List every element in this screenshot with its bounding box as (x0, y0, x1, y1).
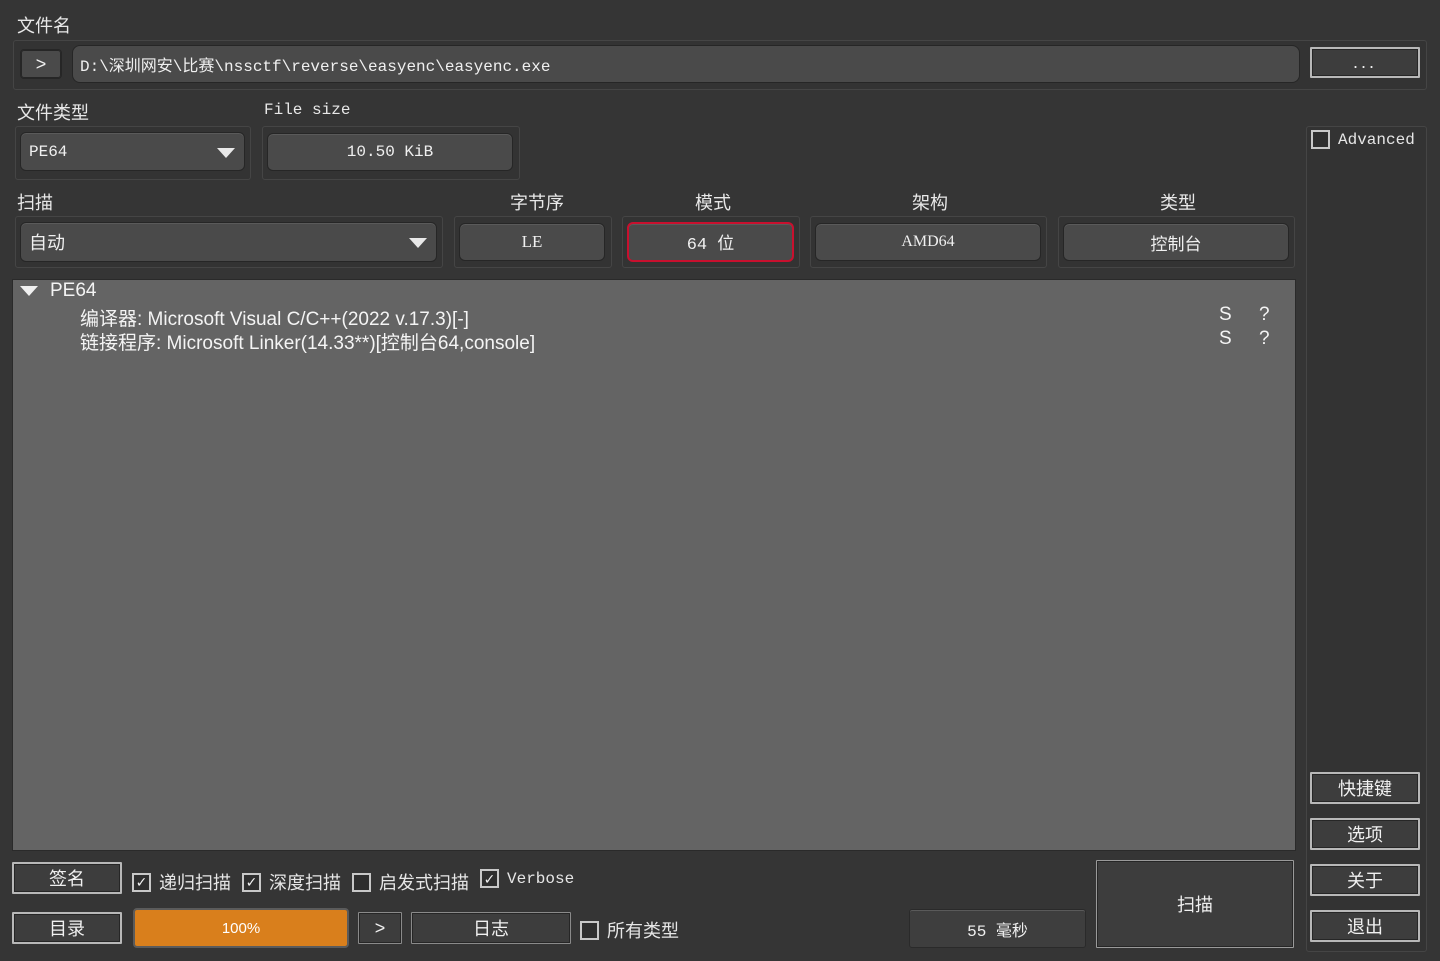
chevron-right-icon: > (374, 917, 386, 938)
scan-label: 扫描 (17, 193, 53, 213)
mode-button[interactable]: 64 位 (627, 222, 794, 262)
file-size-button[interactable]: 10.50 KiB (267, 133, 513, 171)
log-label: 日志 (473, 919, 509, 939)
chevron-right-icon: > (35, 53, 47, 74)
advanced-toggle[interactable]: Advanced (1311, 130, 1415, 149)
file-path-text: D:\深圳网安\比赛\nssctf\reverse\easyenc\easyen… (80, 58, 551, 76)
deep-scan-label: 深度扫描 (269, 873, 341, 893)
directory-button[interactable]: 目录 (12, 912, 122, 944)
browse-button-label: ... (1352, 52, 1377, 72)
tree-row-linker-s[interactable]: S (1219, 328, 1232, 350)
file-path-input[interactable]: D:\深圳网安\比赛\nssctf\reverse\easyenc\easyen… (72, 45, 1300, 83)
verbose-label: Verbose (507, 869, 575, 888)
results-tree[interactable] (12, 279, 1296, 851)
deep-scan-checkbox[interactable]: ✓ (242, 872, 261, 892)
verbose-checkbox[interactable]: ✓ (480, 869, 499, 888)
mode-value: 64 位 (686, 236, 735, 255)
file-size-value: 10.50 KiB (346, 143, 434, 161)
progress-text: 100% (221, 919, 261, 937)
elapsed-time-value: 55 毫秒 (967, 922, 1028, 941)
signature-label: 签名 (49, 869, 85, 889)
arch-label: 架构 (912, 193, 948, 213)
about-label: 关于 (1347, 871, 1383, 891)
scan-mode-select[interactable]: 自动 (20, 222, 437, 262)
type-value: 控制台 (1150, 234, 1202, 254)
log-button[interactable]: 日志 (411, 912, 571, 944)
tree-expand-icon[interactable] (20, 286, 38, 296)
chevron-down-icon (409, 238, 427, 248)
heuristic-scan-option[interactable]: 启发式扫描 (352, 869, 469, 895)
verbose-option[interactable]: ✓ Verbose (480, 869, 574, 888)
file-type-label: 文件类型 (17, 103, 89, 123)
mode-label: 模式 (695, 193, 731, 213)
open-file-button[interactable]: > (20, 49, 62, 79)
endianness-button[interactable]: LE (459, 223, 605, 261)
chevron-down-icon (217, 148, 235, 158)
about-button[interactable]: 关于 (1310, 864, 1420, 896)
directory-label: 目录 (49, 919, 85, 939)
type-label: 类型 (1160, 193, 1196, 213)
scan-button[interactable]: 扫描 (1096, 860, 1294, 948)
tree-row-compiler-info[interactable]: ? (1259, 304, 1270, 326)
recursive-scan-checkbox[interactable]: ✓ (132, 872, 151, 892)
deep-scan-option[interactable]: ✓ 深度扫描 (242, 869, 341, 895)
recursive-scan-option[interactable]: ✓ 递归扫描 (132, 869, 231, 895)
elapsed-time: 55 毫秒 (909, 909, 1086, 948)
file-name-label: 文件名 (17, 16, 71, 36)
advanced-checkbox[interactable] (1311, 130, 1330, 149)
shortcuts-label: 快捷键 (1338, 779, 1392, 799)
scan-mode-value: 自动 (29, 233, 65, 253)
heuristic-scan-checkbox[interactable] (352, 872, 371, 892)
all-types-label: 所有类型 (607, 921, 679, 941)
browse-button[interactable]: ... (1310, 47, 1420, 78)
tree-row-compiler[interactable]: 编译器: Microsoft Visual C/C++(2022 v.17.3)… (80, 304, 469, 331)
tree-row-linker-info[interactable]: ? (1259, 328, 1270, 350)
all-types-checkbox[interactable] (580, 920, 599, 940)
type-button[interactable]: 控制台 (1063, 223, 1289, 261)
exit-button[interactable]: 退出 (1310, 910, 1420, 942)
recursive-scan-label: 递归扫描 (159, 873, 231, 893)
tree-row-linker[interactable]: 链接程序: Microsoft Linker(14.33**)[控制台64,co… (80, 328, 535, 355)
all-types-option[interactable]: 所有类型 (580, 917, 679, 943)
options-button[interactable]: 选项 (1310, 818, 1420, 850)
file-size-label: File size (264, 101, 351, 119)
scan-button-label: 扫描 (1177, 895, 1213, 915)
next-button[interactable]: > (358, 912, 402, 944)
endianness-label: 字节序 (510, 193, 564, 213)
shortcuts-button[interactable]: 快捷键 (1310, 772, 1420, 804)
arch-button[interactable]: AMD64 (815, 223, 1041, 261)
options-label: 选项 (1347, 825, 1383, 845)
arch-value: AMD64 (901, 233, 955, 250)
file-type-select[interactable]: PE64 (20, 132, 245, 171)
progress-bar: 100% (133, 908, 349, 948)
signature-button[interactable]: 签名 (12, 862, 122, 894)
exit-label: 退出 (1347, 917, 1383, 937)
endianness-value: LE (521, 232, 543, 251)
advanced-label: Advanced (1338, 130, 1415, 149)
heuristic-scan-label: 启发式扫描 (379, 873, 469, 893)
tree-root-pe64[interactable]: PE64 (50, 280, 96, 302)
file-type-value: PE64 (29, 142, 68, 161)
tree-row-compiler-s[interactable]: S (1219, 304, 1232, 326)
